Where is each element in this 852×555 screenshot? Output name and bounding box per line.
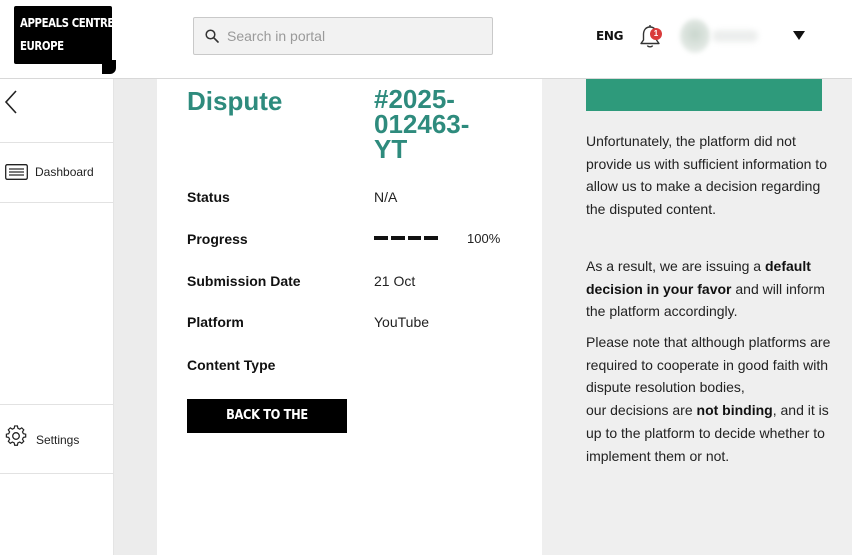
decision-text: As a result, we are issuing a (586, 258, 765, 274)
progress-percent: 100% (467, 231, 501, 246)
sidebar-item-label: Dashboard (35, 165, 94, 179)
status-value: N/A (374, 189, 398, 205)
sidebar-item-dashboard[interactable]: Dashboard (0, 143, 113, 199)
list-icon (5, 164, 28, 180)
user-name-blurred (712, 30, 758, 42)
back-to-listings-button[interactable]: BACK TO THE LISTINGS (187, 399, 347, 457)
platform-value: YouTube (374, 314, 430, 330)
notification-badge: 1 (650, 28, 662, 40)
progress-bar (374, 236, 438, 240)
back-to-listings-label: BACK TO THE LISTINGS (226, 408, 308, 457)
sidebar-item-label: Settings (36, 433, 80, 447)
chevron-down-icon[interactable] (793, 31, 805, 40)
sidebar-divider (0, 473, 113, 474)
submission-date-label: Submission Date (187, 273, 301, 289)
dispute-id-line: YT (374, 134, 408, 164)
chevron-left-icon[interactable] (4, 89, 18, 115)
progress-segment (390, 236, 405, 240)
decision-paragraph-1: Unfortunately, the platform did not prov… (586, 133, 827, 218)
dispute-details-card: Dispute #2025- 012463- YT Status N/A Pro… (157, 79, 542, 555)
progress-label: Progress (187, 231, 248, 247)
status-label: Status (187, 189, 230, 205)
dispute-id: #2025- 012463- YT (374, 86, 514, 164)
search-input[interactable] (227, 18, 482, 54)
decision-emphasis: not binding (696, 402, 773, 419)
avatar[interactable] (680, 19, 710, 53)
platform-label: Platform (187, 314, 244, 330)
search-icon (205, 29, 219, 43)
logo-line2: EUROPE (20, 39, 64, 53)
gear-icon (5, 425, 27, 446)
submission-date-value: 21 Oct (374, 273, 416, 289)
page-title: Dispute (187, 86, 283, 116)
appeals-centre-logo[interactable]: APPEALS CENTRE EUROPE (14, 6, 116, 74)
decision-paragraph-3: Please note that although platforms are … (586, 331, 841, 467)
top-header: APPEALS CENTRE EUROPE ENG 1 (0, 0, 852, 79)
decision-panel: Unfortunately, the platform did not prov… (542, 79, 852, 555)
sidebar-item-settings[interactable]: Settings (0, 405, 113, 461)
logo-line1: APPEALS CENTRE (20, 16, 114, 30)
decision-text: our decisions are (586, 402, 697, 419)
content-type-label: Content Type (187, 357, 276, 373)
progress-segment (407, 236, 422, 240)
language-selector[interactable]: ENG (596, 29, 624, 43)
sidebar: Dashboard Settings (0, 79, 114, 555)
decision-text: Please note that although platforms are … (586, 334, 831, 396)
logo-tail (102, 60, 116, 74)
logo-box (14, 6, 112, 64)
content-gutter (114, 79, 157, 555)
progress-segment (424, 236, 438, 240)
sidebar-divider (0, 202, 113, 203)
decision-paragraph-2: As a result, we are issuing a default de… (586, 255, 841, 323)
progress-segment (374, 236, 388, 240)
search-box[interactable] (193, 17, 493, 55)
decision-banner (586, 79, 822, 111)
